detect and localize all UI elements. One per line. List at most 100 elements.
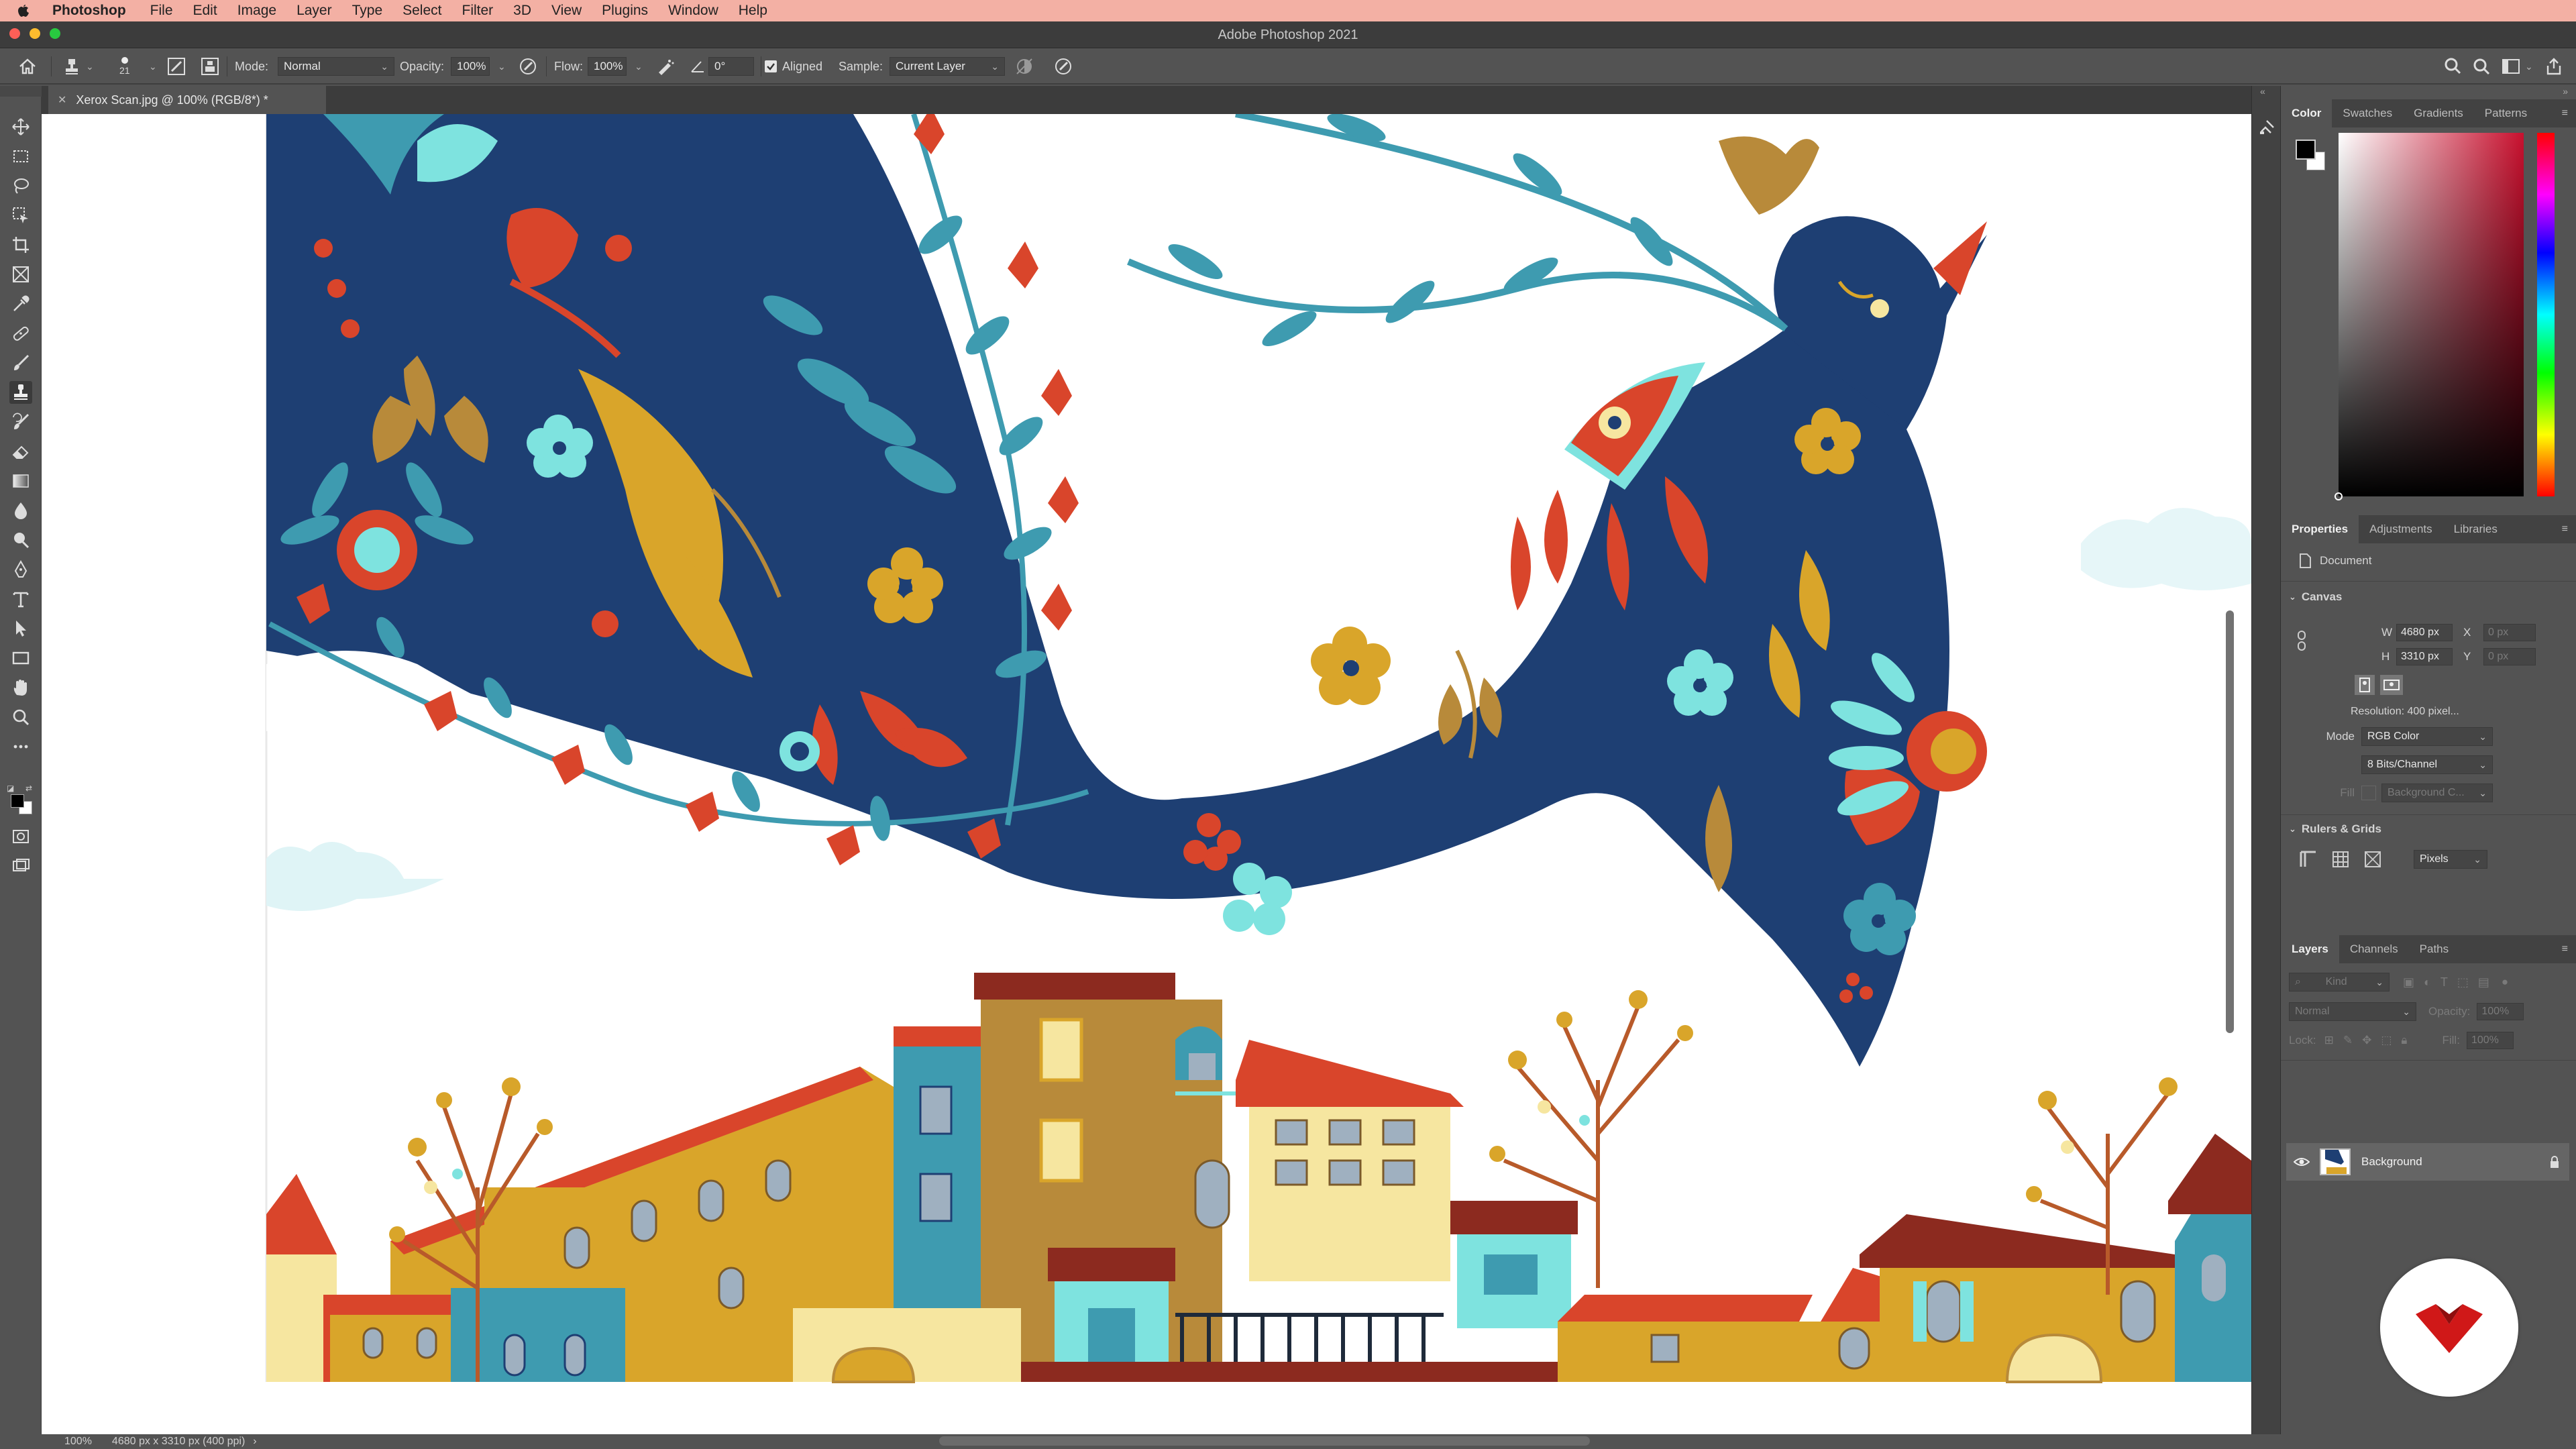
- pen-tool-icon[interactable]: [9, 558, 32, 581]
- color-picker-handle[interactable]: [2334, 492, 2343, 500]
- collapse-panels-icon[interactable]: »: [2563, 86, 2568, 97]
- portrait-orientation-icon[interactable]: [2355, 675, 2375, 695]
- workspace-icon[interactable]: ⌄: [2501, 48, 2533, 85]
- default-colors-icon[interactable]: ◪: [7, 784, 14, 793]
- menu-image[interactable]: Image: [237, 3, 276, 19]
- eraser-tool-icon[interactable]: [9, 440, 32, 463]
- layer-filter-kind-select[interactable]: ⌕ Kind ⌄: [2289, 973, 2390, 991]
- tab-color[interactable]: Color: [2281, 99, 2332, 127]
- hue-slider[interactable]: [2537, 133, 2555, 496]
- foreground-color-swatch[interactable]: [11, 794, 24, 808]
- color-panel-foreground-swatch[interactable]: [2296, 140, 2316, 160]
- aligned-checkbox[interactable]: Aligned: [765, 48, 822, 85]
- layer-name[interactable]: Background: [2361, 1155, 2422, 1169]
- y-input[interactable]: 0 px: [2483, 648, 2536, 665]
- tab-paths[interactable]: Paths: [2409, 935, 2459, 963]
- properties-panel-menu-icon[interactable]: ≡: [2562, 523, 2568, 535]
- document-dimensions[interactable]: 4680 px x 3310 px (400 ppi): [112, 1436, 245, 1448]
- menu-help[interactable]: Help: [739, 3, 767, 19]
- object-selection-tool-icon[interactable]: [9, 204, 32, 227]
- menu-3d[interactable]: 3D: [513, 3, 531, 19]
- x-input[interactable]: 0 px: [2483, 624, 2536, 641]
- clone-source-icon[interactable]: [200, 48, 220, 85]
- pressure-size-icon[interactable]: [1053, 48, 1073, 85]
- width-input[interactable]: 4680 px: [2396, 624, 2453, 641]
- menu-file[interactable]: File: [150, 3, 173, 19]
- tab-adjustments[interactable]: Adjustments: [2359, 515, 2443, 543]
- sample-select[interactable]: Current Layer ⌄: [890, 57, 1005, 76]
- rectangle-tool-icon[interactable]: [9, 647, 32, 669]
- crop-tool-icon[interactable]: [9, 233, 32, 256]
- flow-input[interactable]: 100%: [588, 57, 627, 76]
- menu-plugins[interactable]: Plugins: [602, 3, 648, 19]
- tab-layers[interactable]: Layers: [2281, 935, 2339, 963]
- brush-preset-picker[interactable]: 21: [119, 48, 130, 85]
- home-icon[interactable]: [17, 48, 38, 85]
- layer-filter-icons[interactable]: ▣◐T⬚▤: [2403, 975, 2499, 989]
- menu-edit[interactable]: Edit: [193, 3, 217, 19]
- swap-colors-icon[interactable]: ⇄: [25, 784, 32, 793]
- clone-stamp-tool-icon[interactable]: [9, 381, 32, 404]
- eyedropper-tool-icon[interactable]: [9, 292, 32, 315]
- tab-swatches[interactable]: Swatches: [2332, 99, 2403, 127]
- menu-window[interactable]: Window: [668, 3, 718, 19]
- ruler-units-select[interactable]: Pixels ⌄: [2414, 850, 2487, 869]
- menu-layer[interactable]: Layer: [297, 3, 332, 19]
- search-icon[interactable]: [2471, 48, 2491, 85]
- zoom-tool-icon[interactable]: [9, 706, 32, 729]
- close-document-icon[interactable]: ✕: [58, 93, 66, 107]
- menu-type[interactable]: Type: [352, 3, 383, 19]
- layer-opacity-input[interactable]: 100%: [2477, 1003, 2524, 1020]
- hand-tool-icon[interactable]: [9, 676, 32, 699]
- ruler-icon[interactable]: [2298, 849, 2318, 869]
- guides-icon[interactable]: [2363, 849, 2383, 869]
- layer-visibility-eye-icon[interactable]: [2292, 1157, 2312, 1167]
- healing-brush-tool-icon[interactable]: [9, 322, 32, 345]
- search-people-icon[interactable]: [2442, 48, 2463, 85]
- horizontal-scrollbar[interactable]: [939, 1436, 1590, 1446]
- zoom-level[interactable]: 100%: [64, 1436, 92, 1448]
- color-field[interactable]: [2334, 133, 2524, 500]
- type-tool-icon[interactable]: [9, 588, 32, 610]
- grid-icon[interactable]: [2330, 849, 2351, 869]
- opacity-dropdown[interactable]: ⌄: [494, 48, 506, 85]
- landscape-orientation-icon[interactable]: [2380, 675, 2403, 695]
- color-panel-menu-icon[interactable]: ≡: [2562, 107, 2568, 119]
- blend-mode-select[interactable]: Normal ⌄: [2289, 1002, 2416, 1021]
- layers-panel-menu-icon[interactable]: ≡: [2562, 943, 2568, 955]
- layer-row-background[interactable]: Background: [2286, 1143, 2569, 1181]
- tool-preset-picker[interactable]: ⌄: [62, 48, 94, 85]
- marquee-tool-icon[interactable]: [9, 145, 32, 168]
- menu-view[interactable]: View: [551, 3, 582, 19]
- filter-toggle-icon[interactable]: ●: [2502, 975, 2508, 989]
- mode-select[interactable]: Normal ⌄: [278, 57, 394, 76]
- menu-filter[interactable]: Filter: [462, 3, 494, 19]
- tab-patterns[interactable]: Patterns: [2474, 99, 2538, 127]
- canvas-section-header[interactable]: ⌄ Canvas: [2289, 590, 2342, 604]
- document-tab[interactable]: ✕ Xerox Scan.jpg @ 100% (RGB/8*) *: [48, 86, 326, 114]
- document-canvas[interactable]: [42, 114, 2251, 1434]
- status-chevron-icon[interactable]: ›: [253, 1436, 256, 1448]
- toolbar-grip[interactable]: [0, 86, 42, 97]
- fill-select[interactable]: Background C... ⌄: [2381, 784, 2493, 802]
- opacity-input[interactable]: 100%: [451, 57, 490, 76]
- screen-mode-icon[interactable]: [9, 855, 32, 877]
- lock-options-icons[interactable]: ⊞✎✥⬚🔒︎: [2324, 1034, 2417, 1047]
- link-dimensions-icon[interactable]: [2296, 629, 2308, 652]
- move-tool-icon[interactable]: [9, 115, 32, 138]
- frame-tool-icon[interactable]: [9, 263, 32, 286]
- height-input[interactable]: 3310 px: [2396, 648, 2453, 665]
- pressure-opacity-icon[interactable]: [518, 48, 538, 85]
- layer-lock-icon[interactable]: [2549, 1155, 2560, 1169]
- color-swatches[interactable]: ◪ ⇄: [7, 784, 36, 816]
- bit-depth-select[interactable]: 8 Bits/Channel ⌄: [2361, 755, 2493, 774]
- blur-tool-icon[interactable]: [9, 499, 32, 522]
- app-menu[interactable]: Photoshop: [52, 3, 126, 19]
- gradient-tool-icon[interactable]: [9, 470, 32, 492]
- share-icon[interactable]: [2544, 48, 2564, 85]
- flow-dropdown[interactable]: ⌄: [631, 48, 643, 85]
- lasso-tool-icon[interactable]: [9, 174, 32, 197]
- airbrush-icon[interactable]: [655, 48, 675, 85]
- dodge-tool-icon[interactable]: [9, 529, 32, 551]
- tab-channels[interactable]: Channels: [2339, 935, 2409, 963]
